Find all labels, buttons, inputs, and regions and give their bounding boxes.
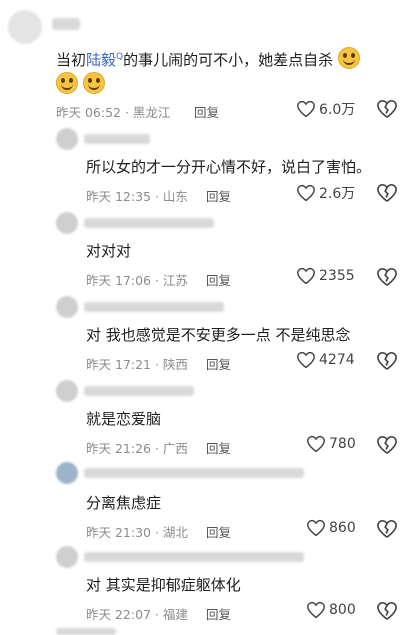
avatar[interactable]: [56, 128, 78, 150]
like-count: 2355: [319, 268, 355, 284]
like-button[interactable]: 6.0万: [296, 99, 355, 119]
broken-heart-outline-icon[interactable]: [376, 99, 398, 119]
heart-outline-icon: [307, 601, 325, 619]
like-count: 800: [329, 602, 356, 618]
comment-time-location: 昨天 06:52 · 黑龙江: [56, 105, 171, 120]
like-button[interactable]: 4274: [296, 351, 355, 369]
username-blurred: [84, 302, 224, 312]
like-count: 860: [329, 520, 356, 536]
comment-text: 分离焦虑症: [86, 494, 162, 512]
heart-outline-icon: [297, 100, 315, 118]
comment-emoji-line: [56, 72, 105, 96]
username-blurred: [56, 628, 116, 635]
heart-outline-icon: [307, 435, 325, 453]
username-blurred: [84, 468, 304, 478]
avatar[interactable]: [56, 546, 78, 568]
comment-time-location: 昨天 17:06 · 江苏: [86, 273, 188, 288]
broken-heart-outline-icon[interactable]: [376, 601, 398, 621]
comment-time-location: 昨天 17:21 · 陕西: [86, 357, 188, 372]
avatar[interactable]: [56, 380, 78, 402]
comment-time-location: 昨天 22:07 · 福建: [86, 607, 188, 622]
heart-outline-icon: [297, 184, 315, 202]
comment-text: 当初陆毅Q的事儿闹的可不小，她差点自杀: [56, 46, 360, 71]
like-count: 4274: [319, 352, 355, 368]
comment-text: 对对对: [86, 242, 132, 260]
like-count: 780: [329, 436, 356, 452]
avatar[interactable]: [8, 10, 42, 44]
smiley-emoji: [56, 72, 78, 94]
broken-heart-outline-icon[interactable]: [376, 351, 398, 371]
heart-outline-icon: [297, 267, 315, 285]
reply-button[interactable]: 回复: [206, 522, 231, 541]
like-count: 6.0万: [319, 102, 356, 118]
avatar[interactable]: [56, 296, 78, 318]
comment-text: 对 我也感觉是不安更多一点 不是纯思念: [86, 326, 351, 344]
reply-button[interactable]: 回复: [206, 270, 231, 289]
username-blurred: [84, 218, 214, 228]
smiley-emoji: [82, 72, 105, 94]
comment-text: 对 其实是抑郁症躯体化: [86, 576, 241, 594]
avatar[interactable]: [56, 212, 78, 234]
broken-heart-outline-icon[interactable]: [376, 183, 398, 203]
broken-heart-outline-icon[interactable]: [376, 435, 398, 455]
broken-heart-outline-icon[interactable]: [376, 267, 398, 287]
username-blurred: [84, 134, 150, 144]
username-blurred: [84, 552, 304, 562]
comment-time-location: 昨天 21:30 · 湖北: [86, 525, 188, 540]
broken-heart-outline-icon[interactable]: [376, 519, 398, 539]
like-button[interactable]: 860: [306, 519, 356, 537]
like-button[interactable]: 780: [306, 435, 356, 453]
comment-text: 所以女的才一分开心情不好，说白了害怕。: [86, 158, 372, 176]
reply-button[interactable]: 回复: [194, 102, 219, 121]
comment-time-location: 昨天 21:26 · 广西: [86, 441, 188, 456]
username-blurred: [52, 18, 80, 30]
like-button[interactable]: 2.6万: [296, 183, 355, 203]
comment-text: 就是恋爱脑: [86, 410, 162, 428]
reply-button[interactable]: 回复: [206, 604, 231, 623]
search-link[interactable]: 陆毅Q: [86, 51, 123, 69]
reply-button[interactable]: 回复: [206, 354, 231, 373]
like-button[interactable]: 800: [306, 601, 356, 619]
heart-outline-icon: [307, 519, 325, 537]
reply-button[interactable]: 回复: [206, 438, 231, 457]
like-count: 2.6万: [319, 186, 356, 202]
heart-outline-icon: [297, 351, 315, 369]
username-blurred: [84, 386, 194, 396]
avatar[interactable]: [56, 462, 78, 484]
comment-time-location: 昨天 12:35 · 山东: [86, 189, 188, 204]
reply-button[interactable]: 回复: [206, 186, 231, 205]
smiley-emoji: [337, 47, 360, 69]
like-button[interactable]: 2355: [296, 267, 355, 285]
